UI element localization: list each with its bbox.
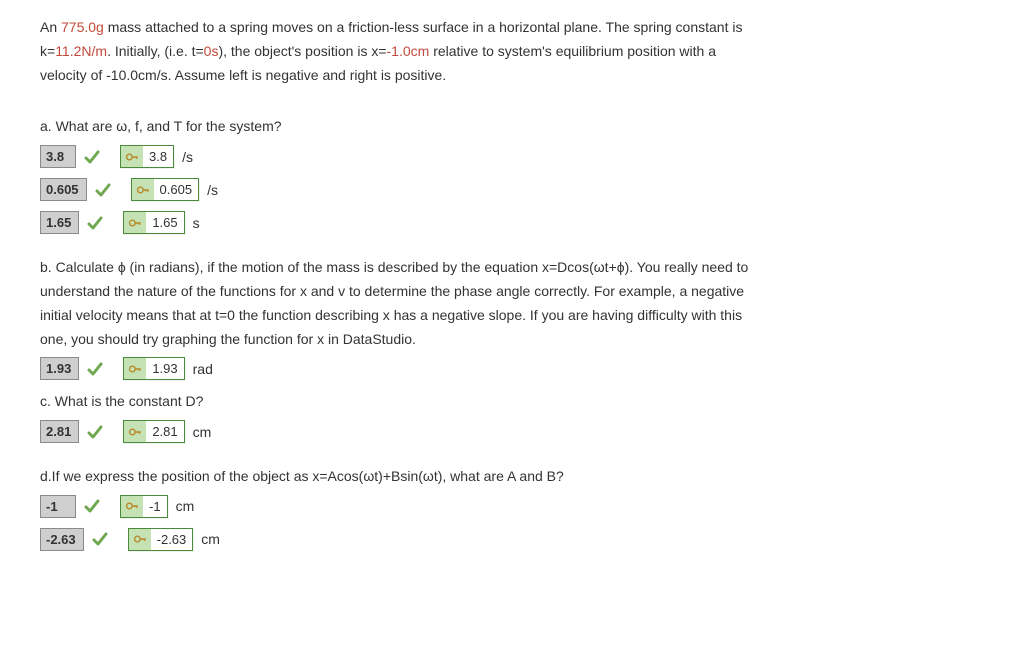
answer-row: 3.8 3.8/s [40,145,984,168]
answer-key-box: -2.63 [128,528,194,551]
question-d: d.If we express the position of the obje… [40,465,984,489]
student-answer-input[interactable]: -1 [40,495,76,518]
correct-check-icon [93,181,113,199]
correct-check-icon [85,423,105,441]
student-answer-input[interactable]: 2.81 [40,420,79,443]
key-icon [129,529,151,550]
key-icon [121,146,143,167]
answer-key-box: 3.8 [120,145,174,168]
question-a: a. What are ω, f, and T for the system? [40,115,984,139]
x0-value: -1.0cm [387,43,430,59]
text: ). You really need to [625,259,749,275]
answer-row: 0.605 0.605/s [40,178,984,201]
correct-answer-value: 0.605 [154,179,199,200]
correct-answer-value: 1.65 [146,212,183,233]
answer-key-box: -1 [120,495,168,518]
text: (in radians), if the motion of the mass … [126,259,617,275]
text: b. Calculate [40,259,118,275]
correct-answer-value: 1.93 [146,358,183,379]
correct-check-icon [85,214,105,232]
question-b: b. Calculate ϕ (in radians), if the moti… [40,256,984,351]
unit-label: cm [199,531,220,547]
question-c: c. What is the constant D? [40,390,984,414]
unit-label: cm [174,498,195,514]
text: An [40,19,61,35]
correct-answer-value: -1 [143,496,167,517]
text: . Initially, (i.e. t= [107,43,204,59]
t0-value: 0s [204,43,219,59]
unit-label: rad [191,361,213,377]
unit-label: /s [180,149,193,165]
student-answer-input[interactable]: 3.8 [40,145,76,168]
text: initial velocity means that at t=0 the f… [40,307,742,323]
key-icon [124,212,146,233]
answer-row: 2.81 2.81 cm [40,420,984,443]
answer-row: -1 -1 cm [40,495,984,518]
correct-check-icon [90,530,110,548]
text: mass attached to a spring moves on a fri… [104,19,743,35]
answer-row: -2.63 -2.63 cm [40,528,984,551]
spring-constant-value: 11.2N/m [55,43,107,59]
student-answer-input[interactable]: 1.93 [40,357,79,380]
text: ), the object's position is x= [218,43,386,59]
answer-key-box: 0.605 [131,178,200,201]
correct-check-icon [82,497,102,515]
answer-key-box: 1.93 [123,357,184,380]
student-answer-input[interactable]: 0.605 [40,178,87,201]
phi-symbol: ϕ [118,259,126,275]
text: relative to system's equilibrium positio… [429,43,716,59]
text: k= [40,43,55,59]
key-icon [132,179,154,200]
correct-check-icon [82,148,102,166]
unit-label: /s [205,182,218,198]
key-icon [121,496,143,517]
text: understand the nature of the functions f… [40,283,744,299]
unit-label: s [191,215,200,231]
correct-check-icon [85,360,105,378]
student-answer-input[interactable]: -2.63 [40,528,84,551]
key-icon [124,421,146,442]
key-icon [124,358,146,379]
problem-page: An 775.0g mass attached to a spring move… [0,0,1024,660]
problem-statement: An 775.0g mass attached to a spring move… [40,16,984,87]
phi-symbol: ϕ [617,259,625,275]
correct-answer-value: -2.63 [151,529,193,550]
unit-label: cm [191,424,212,440]
correct-answer-value: 2.81 [146,421,183,442]
text: one, you should try graphing the functio… [40,331,416,347]
answer-row: 1.65 1.65 s [40,211,984,234]
text: velocity of -10.0cm/s. Assume left is ne… [40,67,446,83]
student-answer-input[interactable]: 1.65 [40,211,79,234]
correct-answer-value: 3.8 [143,146,173,167]
answer-key-box: 2.81 [123,420,184,443]
answer-row: 1.93 1.93 rad [40,357,984,380]
mass-value: 775.0g [61,19,104,35]
answer-key-box: 1.65 [123,211,184,234]
